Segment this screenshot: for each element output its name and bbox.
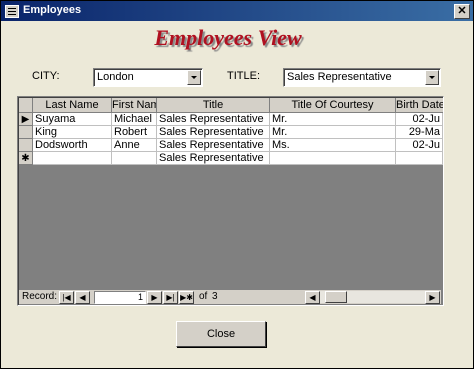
title-value: Sales Representative — [287, 71, 392, 83]
table-cell[interactable]: Sales Representative — [157, 113, 270, 126]
column-header-birth-date[interactable]: Birth Date — [396, 98, 443, 113]
total-records: 3 — [212, 291, 218, 302]
table-cell[interactable] — [33, 152, 112, 165]
new-record-selector[interactable]: ✱ — [19, 152, 33, 165]
table-cell[interactable]: Sales Representative — [157, 126, 270, 139]
table-cell[interactable]: Dodsworth — [33, 139, 112, 152]
title-label: TITLE: — [227, 70, 261, 82]
table-cell[interactable]: Michael — [112, 113, 157, 126]
table-cell[interactable] — [396, 152, 443, 165]
last-record-button[interactable]: ▶| — [163, 291, 178, 304]
horizontal-scrollbar[interactable]: ◀ ▶ — [305, 291, 440, 304]
table-cell[interactable]: 29-Ma — [396, 126, 443, 139]
employees-datasheet: Last Name First Name Title Title Of Cour… — [17, 96, 444, 306]
table-cell[interactable]: Mr. — [270, 113, 396, 126]
city-label: CITY: — [32, 70, 60, 82]
city-dropdown-arrow-icon[interactable] — [187, 70, 201, 85]
record-label: Record: — [22, 291, 58, 302]
window-title: Employees — [23, 4, 82, 16]
column-header-last-name[interactable]: Last Name — [33, 98, 112, 113]
previous-record-button[interactable]: ◀ — [75, 291, 90, 304]
record-selector-current[interactable]: ▶ — [19, 113, 33, 126]
first-record-button[interactable]: |◀ — [59, 291, 74, 304]
table-cell[interactable]: Robert — [112, 126, 157, 139]
form-icon — [5, 5, 19, 18]
table-cell[interactable]: Sales Representative — [157, 152, 270, 165]
select-all-corner[interactable] — [19, 98, 33, 113]
table-cell[interactable]: 02-Ju — [396, 113, 443, 126]
table-cell[interactable]: 02-Ju — [396, 139, 443, 152]
table-cell[interactable]: Mr. — [270, 126, 396, 139]
city-combobox[interactable]: London — [93, 68, 203, 87]
scroll-right-icon[interactable]: ▶ — [425, 291, 440, 304]
column-header-title-of-courtesy[interactable]: Title Of Courtesy — [270, 98, 396, 113]
scroll-thumb[interactable] — [325, 291, 347, 303]
table-cell[interactable]: Suyama — [33, 113, 112, 126]
table-cell[interactable] — [112, 152, 157, 165]
title-dropdown-arrow-icon[interactable] — [425, 70, 439, 85]
of-label: of — [199, 291, 208, 302]
table-cell[interactable]: Ms. — [270, 139, 396, 152]
next-record-button[interactable]: ▶ — [147, 291, 162, 304]
table-cell[interactable]: King — [33, 126, 112, 139]
new-record-button[interactable]: ▶✱ — [179, 291, 194, 304]
title-combobox[interactable]: Sales Representative — [283, 68, 441, 87]
title-bar: Employees ✕ — [1, 1, 473, 21]
table-cell[interactable]: Anne — [112, 139, 157, 152]
scroll-left-icon[interactable]: ◀ — [305, 291, 320, 304]
record-selector[interactable] — [19, 139, 33, 152]
close-button[interactable]: Close — [176, 321, 266, 347]
record-selector[interactable] — [19, 126, 33, 139]
column-header-first-name[interactable]: First Name — [112, 98, 157, 113]
table-cell[interactable] — [270, 152, 396, 165]
employees-window: Employees ✕ Employees View CITY: London … — [0, 0, 474, 369]
city-value: London — [97, 71, 134, 83]
window-close-button[interactable]: ✕ — [454, 4, 470, 19]
table-cell[interactable]: Sales Representative — [157, 139, 270, 152]
current-record-input[interactable]: 1 — [94, 291, 146, 304]
record-navigation-bar: Record: |◀ ◀ 1 ▶ ▶| ▶✱ of 3 ◀ ▶ — [19, 290, 441, 304]
column-header-title[interactable]: Title — [157, 98, 270, 113]
form-heading: Employees View — [154, 25, 302, 50]
